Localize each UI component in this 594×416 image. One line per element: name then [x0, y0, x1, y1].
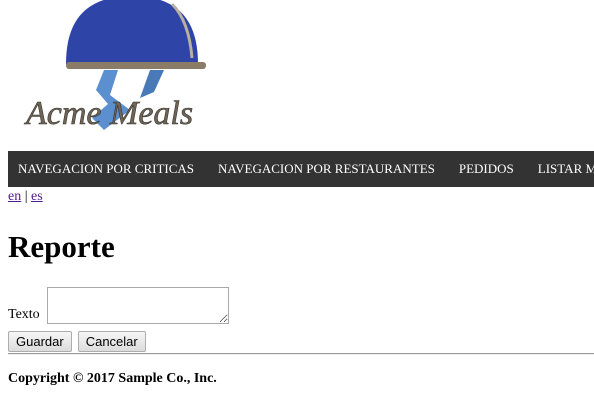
footer-copyright: Copyright © 2017 Sample Co., Inc. [8, 371, 217, 386]
nav-item-pedidos[interactable]: PEDIDOS [449, 151, 524, 187]
hand-shape-right [140, 70, 164, 98]
nav-item-restaurantes[interactable]: NAVEGACION POR RESTAURANTES [208, 151, 445, 187]
page-title: Reporte [8, 229, 115, 264]
nav-item-criticas[interactable]: NAVEGACION POR CRITICAS [8, 151, 204, 187]
language-link-es[interactable]: es [31, 189, 43, 204]
tray [66, 62, 206, 69]
nav-item-facturas[interactable]: LISTAR MIS FAC [528, 151, 594, 187]
acme-meals-logo: Acme Meals [24, 0, 206, 132]
language-link-en[interactable]: en [8, 189, 21, 204]
footer-divider [8, 353, 594, 355]
save-button[interactable]: Guardar [8, 331, 72, 352]
language-separator: | [24, 189, 28, 204]
logo-text: Acme Meals [24, 95, 193, 132]
language-switcher: en | es [8, 189, 43, 205]
form-buttons: Guardar Cancelar [8, 331, 148, 352]
main-navbar: NAVEGACION POR CRITICAS NAVEGACION POR R… [8, 151, 594, 187]
text-label: Texto [8, 307, 40, 322]
report-form-text-row: Texto [8, 287, 230, 324]
text-textarea[interactable] [47, 287, 230, 324]
cancel-button[interactable]: Cancelar [77, 331, 146, 352]
